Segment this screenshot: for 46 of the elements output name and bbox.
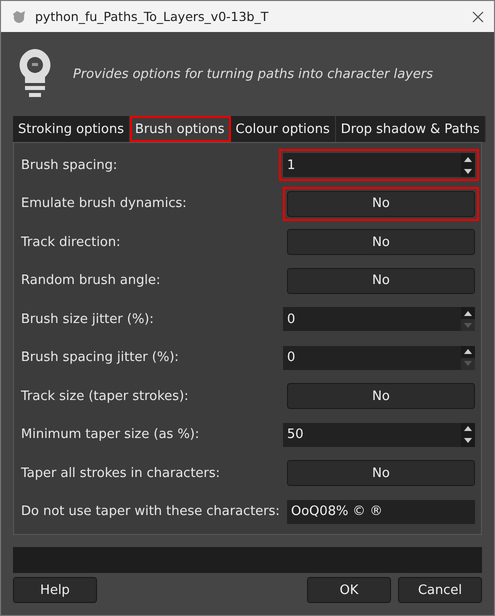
up-arrow-icon [464, 310, 472, 316]
up-arrow-icon [464, 156, 472, 162]
number-field[interactable]: 50 [283, 422, 461, 447]
tab[interactable]: Drop shadow & Paths [336, 116, 486, 142]
number-field[interactable]: 0 [283, 346, 461, 370]
option-label: Random brush angle: [21, 273, 162, 288]
increment-button[interactable] [461, 422, 475, 435]
option-label: Brush size jitter (%): [21, 312, 155, 327]
increment-button[interactable] [461, 153, 475, 166]
number-field[interactable]: 1 [283, 153, 461, 178]
toggle-button[interactable]: No [287, 268, 475, 294]
toggle-button[interactable]: No [287, 190, 475, 217]
close-icon[interactable] [472, 10, 484, 22]
increment-button[interactable] [461, 307, 475, 320]
lightbulb-icon [19, 49, 51, 99]
number-field[interactable]: 0 [283, 307, 461, 332]
option-label: Brush spacing: [21, 158, 118, 173]
dialog-button[interactable]: Help [13, 577, 97, 603]
tab[interactable]: Stroking options [13, 116, 130, 142]
dialog-button[interactable]: Cancel [398, 577, 482, 603]
down-arrow-icon [464, 322, 472, 328]
down-arrow-icon [464, 168, 472, 174]
dialog-button[interactable]: OK [307, 577, 391, 603]
option-label: Track direction: [21, 234, 122, 250]
option-label: Brush spacing jitter (%): [21, 350, 180, 366]
increment-button[interactable] [461, 346, 475, 358]
up-arrow-icon [464, 426, 472, 432]
decrement-button[interactable] [461, 165, 475, 178]
decrement-button[interactable] [461, 434, 475, 447]
down-arrow-icon [464, 438, 472, 444]
option-label: Taper all strokes in characters: [21, 466, 222, 481]
toggle-button[interactable]: No [287, 229, 475, 256]
tab[interactable]: Brush options [130, 116, 231, 142]
option-label: Track size (taper strokes): [21, 388, 190, 404]
toggle-button[interactable]: No [287, 383, 475, 410]
up-arrow-icon [464, 349, 472, 354]
option-label: Do not use taper with these characters: [21, 504, 281, 520]
tab[interactable]: Colour options [230, 116, 336, 142]
toggle-button[interactable]: No [287, 460, 475, 486]
description-text: Provides options for turning paths into character layers [73, 66, 434, 82]
app-icon [11, 10, 27, 24]
window-title: python_fu_Paths_To_Layers_v0-13b_T [35, 9, 270, 24]
down-arrow-icon [464, 361, 472, 366]
option-label: Emulate brush dynamics: [21, 196, 188, 212]
option-label: Minimum taper size (as %): [21, 427, 200, 442]
text-field[interactable]: OoQ08% © ® [287, 500, 475, 524]
